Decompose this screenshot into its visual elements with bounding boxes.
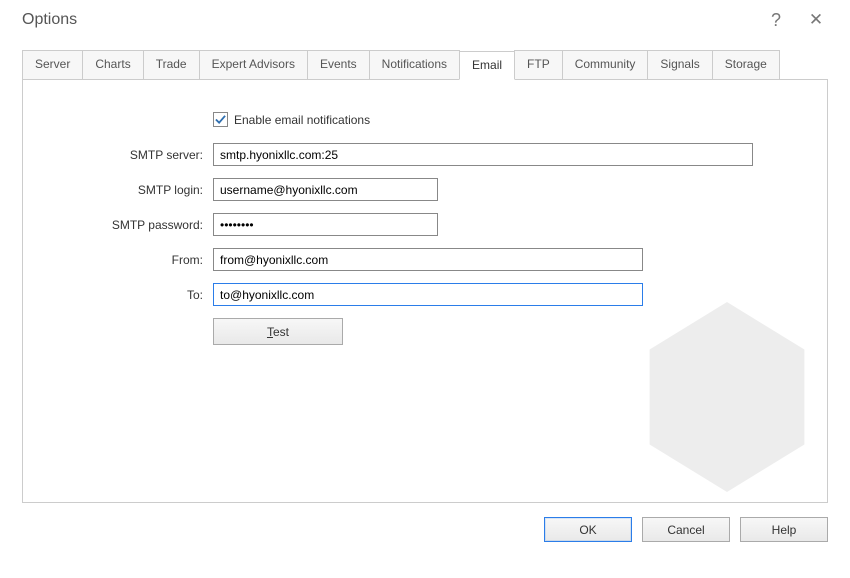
tab-notifications[interactable]: Notifications bbox=[369, 50, 460, 79]
tab-signals[interactable]: Signals bbox=[647, 50, 712, 79]
help-icon[interactable]: ? bbox=[756, 10, 796, 31]
test-label-rest: est bbox=[273, 325, 289, 339]
titlebar: Options ? ✕ bbox=[0, 0, 850, 44]
window-title: Options bbox=[22, 11, 756, 29]
tab-community[interactable]: Community bbox=[562, 50, 649, 79]
smtp-login-input[interactable] bbox=[213, 178, 438, 201]
to-input[interactable] bbox=[213, 283, 643, 306]
from-input[interactable] bbox=[213, 248, 643, 271]
help-button[interactable]: Help bbox=[740, 517, 828, 542]
tab-strip: ServerChartsTradeExpert AdvisorsEventsNo… bbox=[22, 50, 828, 79]
close-icon[interactable]: ✕ bbox=[796, 10, 836, 30]
smtp-password-label: SMTP password: bbox=[23, 218, 213, 232]
tab-expert-advisors[interactable]: Expert Advisors bbox=[199, 50, 308, 79]
to-label: To: bbox=[23, 288, 213, 302]
tab-ftp[interactable]: FTP bbox=[514, 50, 563, 79]
enable-checkbox[interactable] bbox=[213, 112, 228, 127]
cancel-button[interactable]: Cancel bbox=[642, 517, 730, 542]
from-label: From: bbox=[23, 253, 213, 267]
email-panel: Enable email notifications SMTP server: … bbox=[22, 79, 828, 503]
dialog-footer: OK Cancel Help bbox=[0, 503, 850, 542]
tab-email[interactable]: Email bbox=[459, 51, 515, 80]
enable-label: Enable email notifications bbox=[234, 113, 370, 127]
tab-storage[interactable]: Storage bbox=[712, 50, 780, 79]
ok-button[interactable]: OK bbox=[544, 517, 632, 542]
tab-charts[interactable]: Charts bbox=[82, 50, 143, 79]
check-icon bbox=[215, 114, 226, 125]
smtp-password-input[interactable] bbox=[213, 213, 438, 236]
tab-events[interactable]: Events bbox=[307, 50, 370, 79]
smtp-server-input[interactable] bbox=[213, 143, 753, 166]
tab-server[interactable]: Server bbox=[22, 50, 83, 79]
test-button[interactable]: Test bbox=[213, 318, 343, 345]
smtp-login-label: SMTP login: bbox=[23, 183, 213, 197]
tab-trade[interactable]: Trade bbox=[143, 50, 200, 79]
smtp-server-label: SMTP server: bbox=[23, 148, 213, 162]
